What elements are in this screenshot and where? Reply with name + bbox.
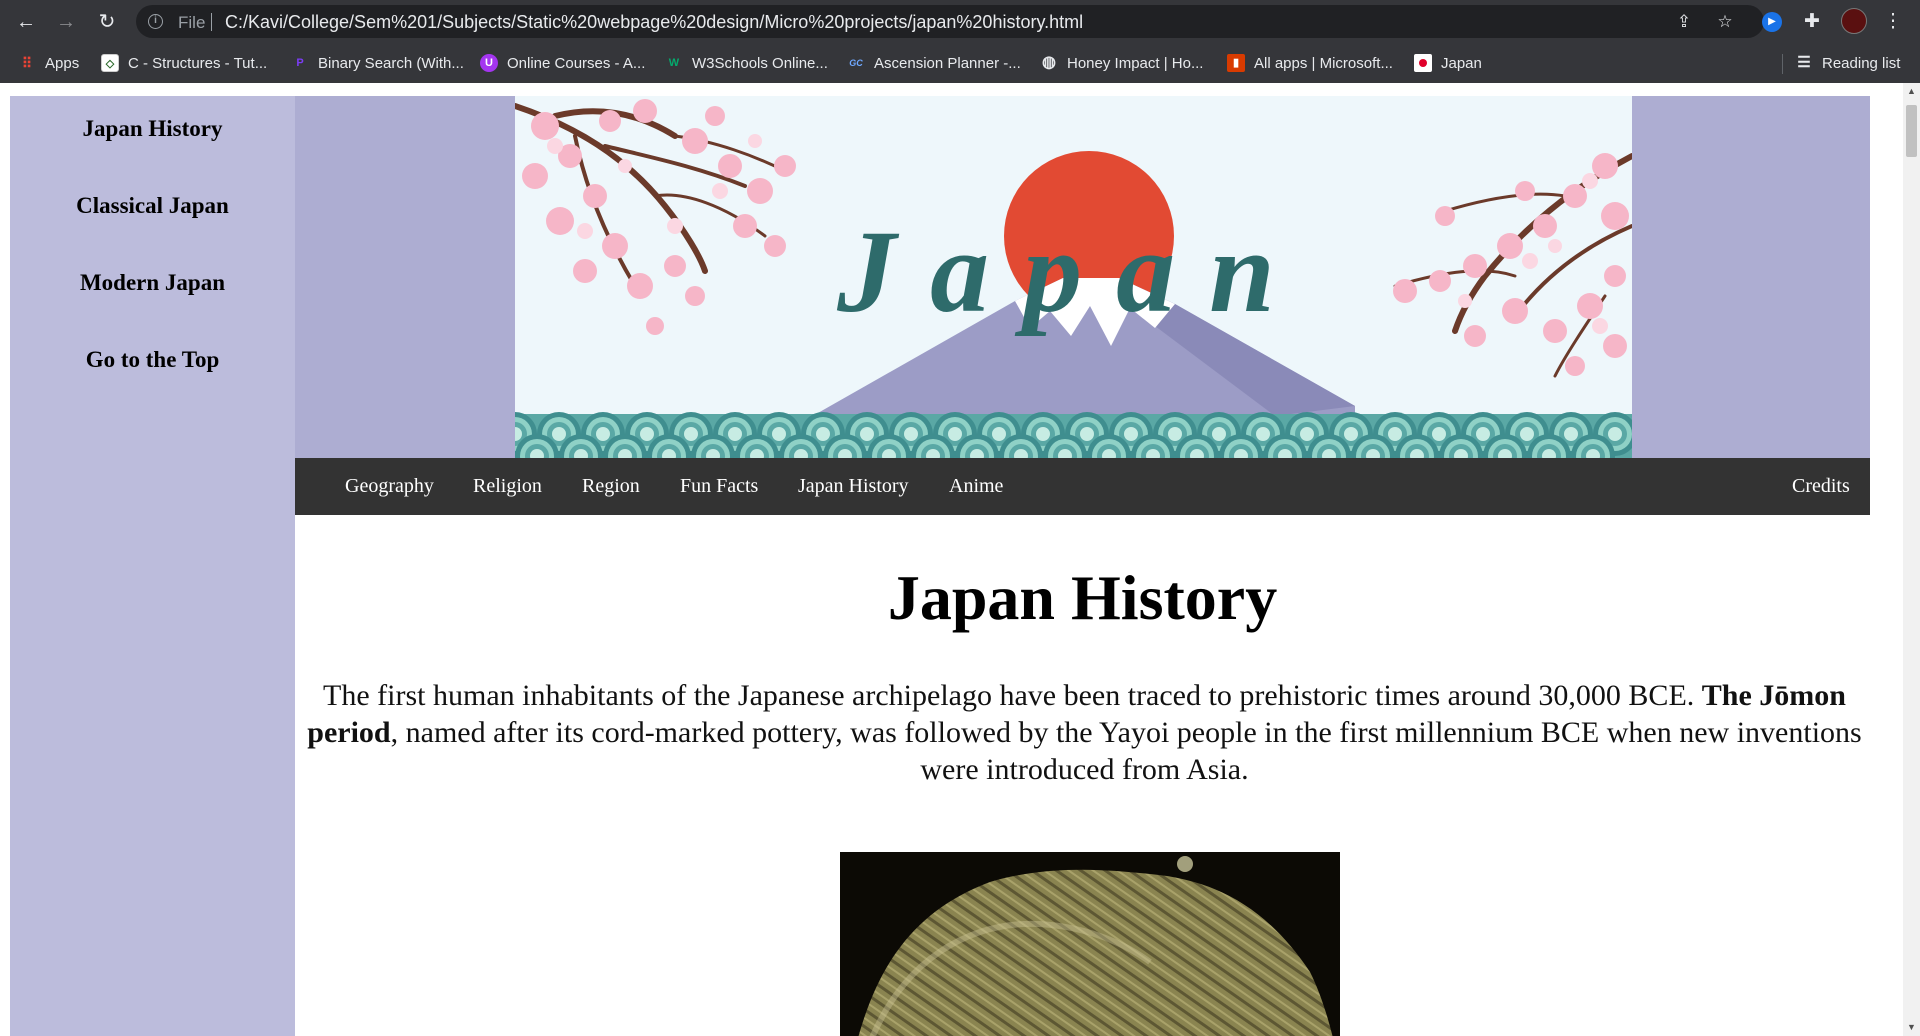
scroll-up-arrow-icon[interactable]: ▲: [1903, 83, 1920, 100]
bookmark-label: C - Structures - Tut...: [128, 54, 268, 72]
apps-grid-icon: ⠿: [21, 55, 33, 71]
header-banner: Japan: [295, 96, 1870, 458]
address-bar[interactable]: i File C:/Kavi/College/Sem%201/Subjects/…: [136, 5, 1764, 38]
banner-title: Japan: [836, 206, 1309, 337]
bookmark-label: W3Schools Online...: [692, 54, 828, 72]
vertical-scrollbar[interactable]: ▲ ▼: [1903, 83, 1920, 1036]
top-navigation-bar: Geography Religion Region Fun Facts Japa…: [295, 458, 1870, 515]
bookmark-honey-impact[interactable]: ◍ Honey Impact | Ho...: [1040, 52, 1203, 74]
mount-fuji-illustration: Japan: [515, 99, 1632, 458]
bookmark-ascension-planner[interactable]: GC Ascension Planner -...: [847, 52, 1021, 74]
cherry-branch-right: [1393, 153, 1632, 378]
bookmark-online-courses[interactable]: U Online Courses - A...: [480, 52, 645, 74]
bookmarks-bar: ⠿ Apps ◇ C - Structures - Tut... P Binar…: [0, 43, 1920, 83]
bookmark-label: Ascension Planner -...: [874, 54, 1021, 72]
sidebar-item-go-to-top[interactable]: Go to the Top: [10, 333, 295, 410]
extension-icon[interactable]: ▶: [1762, 12, 1782, 32]
scroll-down-arrow-icon[interactable]: ▼: [1903, 1019, 1920, 1036]
nav-geography[interactable]: Geography: [345, 458, 434, 515]
reading-list-label: Reading list: [1822, 54, 1901, 72]
w3schools-icon: W: [668, 57, 680, 69]
browser-toolbar: ← → ↻ i File C:/Kavi/College/Sem%201/Sub…: [0, 0, 1920, 43]
share-icon[interactable]: ⇪: [1673, 11, 1695, 33]
jomon-pottery-image: [840, 852, 1340, 1036]
reading-list-icon: ☰: [1797, 54, 1811, 71]
japan-banner-image: Japan: [515, 96, 1632, 458]
bookmark-label: Online Courses - A...: [507, 54, 646, 72]
programiz-icon: P: [296, 57, 304, 69]
bookmark-w3schools[interactable]: W W3Schools Online...: [665, 52, 828, 74]
sidebar: Japan History Classical Japan Modern Jap…: [10, 96, 295, 1036]
nav-religion[interactable]: Religion: [473, 458, 542, 515]
japan-flag-icon: [1414, 54, 1432, 72]
nav-credits[interactable]: Credits: [1792, 458, 1850, 515]
bookmark-label: Binary Search (With...: [318, 54, 464, 72]
puzzle-extensions-icon[interactable]: ✚: [1799, 9, 1825, 35]
sea-waves: [515, 412, 1632, 458]
sidebar-item-japan-history[interactable]: Japan History: [10, 102, 295, 179]
globe-icon: ◍: [1042, 54, 1056, 71]
intro-text-part2: , named after its cord-marked pottery, w…: [390, 716, 1862, 786]
tutorial-site-icon: ◇: [101, 54, 119, 72]
forward-arrow-icon[interactable]: →: [53, 9, 79, 35]
intro-paragraph: The first human inhabitants of the Japan…: [307, 677, 1862, 788]
bookmark-label: Japan: [1441, 54, 1482, 72]
reading-list-button[interactable]: ☰ Reading list: [1795, 52, 1900, 74]
bookmark-apps[interactable]: ⠿ Apps: [18, 52, 79, 74]
bookmark-star-icon[interactable]: ☆: [1714, 11, 1736, 33]
back-arrow-icon[interactable]: ←: [13, 9, 39, 35]
bookmark-label: All apps | Microsoft...: [1254, 54, 1393, 72]
page-viewport: Japan History Classical Japan Modern Jap…: [0, 83, 1920, 1036]
menu-kebab-icon[interactable]: ⋮: [1880, 9, 1906, 35]
intro-text-part1: The first human inhabitants of the Japan…: [323, 679, 1702, 712]
sidebar-item-classical-japan[interactable]: Classical Japan: [10, 179, 295, 256]
office-icon: ▮: [1227, 54, 1245, 72]
bookmark-japan[interactable]: Japan: [1414, 52, 1482, 74]
gc-icon: GC: [849, 58, 863, 68]
nav-anime[interactable]: Anime: [949, 458, 1003, 515]
udemy-icon: U: [480, 54, 498, 72]
nav-fun-facts[interactable]: Fun Facts: [680, 458, 758, 515]
sidebar-item-modern-japan[interactable]: Modern Japan: [10, 256, 295, 333]
omnibox-divider: [211, 13, 212, 31]
pottery-photo-illustration: [840, 852, 1340, 1036]
scrollbar-thumb[interactable]: [1906, 105, 1917, 157]
file-scheme-label: File: [178, 13, 206, 32]
nav-region[interactable]: Region: [582, 458, 640, 515]
url-text[interactable]: C:/Kavi/College/Sem%201/Subjects/Static%…: [225, 12, 1083, 33]
info-icon[interactable]: i: [148, 14, 163, 29]
nav-japan-history[interactable]: Japan History: [798, 458, 909, 515]
page-title: Japan History: [887, 562, 1278, 633]
reload-icon[interactable]: ↻: [94, 9, 120, 35]
bookmarks-divider: [1782, 54, 1783, 74]
bookmark-all-apps-microsoft[interactable]: ▮ All apps | Microsoft...: [1227, 52, 1393, 74]
bookmark-label: Honey Impact | Ho...: [1067, 54, 1204, 72]
profile-avatar[interactable]: [1841, 8, 1867, 34]
bookmark-binary-search[interactable]: P Binary Search (With...: [291, 52, 464, 74]
bookmark-c-structures[interactable]: ◇ C - Structures - Tut...: [101, 52, 267, 74]
bookmark-label: Apps: [45, 54, 80, 72]
